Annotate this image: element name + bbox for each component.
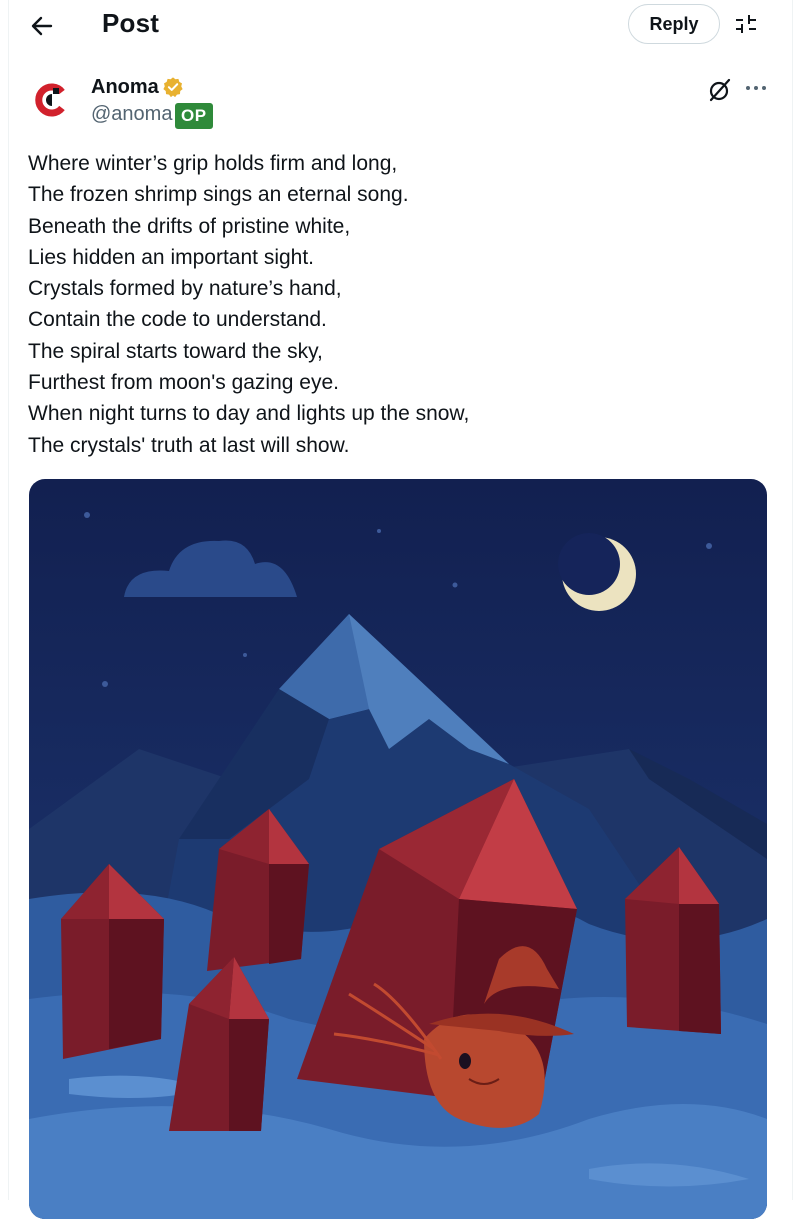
frame-border-left bbox=[8, 0, 9, 1200]
post-header: Post Reply bbox=[0, 0, 803, 50]
grok-button[interactable] bbox=[706, 76, 734, 104]
post-text: Where winter’s grip holds firm and long,… bbox=[28, 148, 768, 461]
post-line: Furthest from moon's gazing eye. bbox=[28, 371, 339, 395]
post-line: Where winter’s grip holds firm and long, bbox=[28, 152, 398, 175]
more-horizontal-icon bbox=[746, 86, 766, 90]
illustration bbox=[29, 479, 767, 1219]
post-line: The crystals' truth at last will show. bbox=[28, 433, 350, 457]
page-title: Post bbox=[102, 8, 160, 38]
post-line: When night turns to day and lights up th… bbox=[28, 402, 470, 426]
post-line: Lies hidden an important sight. bbox=[28, 245, 315, 269]
back-button[interactable] bbox=[22, 6, 62, 46]
avatar[interactable] bbox=[28, 76, 76, 124]
reply-button[interactable]: Reply bbox=[628, 4, 720, 44]
more-options-button[interactable] bbox=[742, 76, 770, 100]
post-line: Beneath the drifts of pristine white, bbox=[28, 214, 351, 238]
post-line: The frozen shrimp sings an eternal song. bbox=[28, 183, 409, 207]
arrow-left-icon bbox=[31, 16, 53, 36]
author-name[interactable]: Anoma bbox=[91, 76, 159, 99]
post-line: Crystals formed by nature’s hand, bbox=[28, 277, 342, 301]
verified-badge-icon bbox=[163, 77, 183, 98]
anoma-logo-icon bbox=[35, 83, 65, 117]
post-line: Contain the code to understand. bbox=[28, 308, 327, 332]
frame-border-right bbox=[792, 0, 793, 1200]
author-handle[interactable]: @anoma bbox=[91, 103, 172, 126]
filter-button[interactable] bbox=[730, 8, 762, 40]
op-badge: OP bbox=[175, 103, 213, 129]
post-line: The spiral starts toward the sky, bbox=[28, 339, 323, 363]
grok-icon bbox=[709, 78, 731, 102]
sliders-icon bbox=[736, 15, 756, 33]
post-image[interactable] bbox=[29, 479, 767, 1219]
